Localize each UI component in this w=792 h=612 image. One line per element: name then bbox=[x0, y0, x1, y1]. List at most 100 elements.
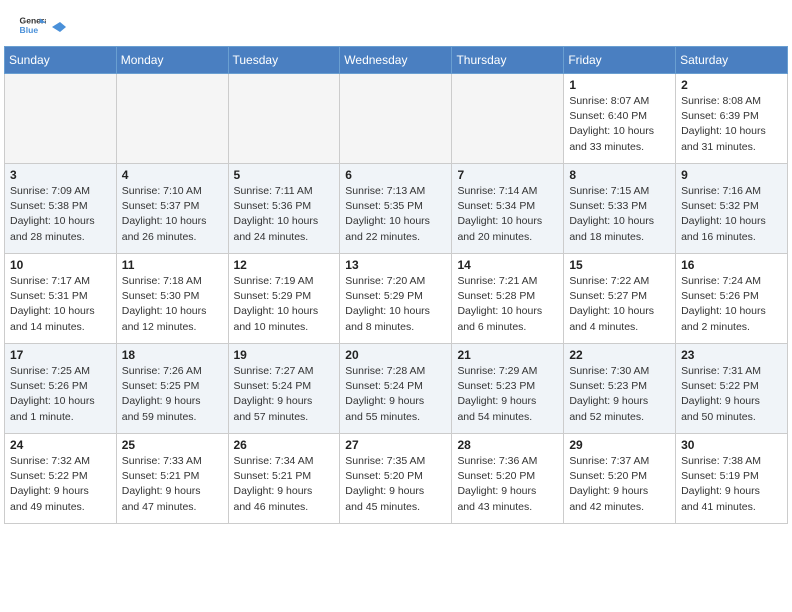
calendar-day-cell: 12Sunrise: 7:19 AM Sunset: 5:29 PM Dayli… bbox=[228, 254, 340, 344]
day-number: 18 bbox=[122, 348, 223, 362]
calendar-day-cell: 20 Sunrise: 7:28 AM Sunset: 5:24 PM Dayli… bbox=[340, 344, 452, 434]
calendar-day-cell: 4 Sunrise: 7:10 AM Sunset: 5:37 PM Daylig… bbox=[116, 164, 228, 254]
day-number: 19 bbox=[234, 348, 335, 362]
calendar-header-row: SundayMondayTuesdayWednesdayThursdayFrid… bbox=[5, 47, 788, 74]
day-info: Sunrise: 7:11 AM Sunset: 5:36 PM Dayligh… bbox=[234, 184, 335, 245]
calendar-day-cell: 24 Sunrise: 7:32 AM Sunset: 5:22 PM Dayli… bbox=[5, 434, 117, 524]
day-number: 17 bbox=[10, 348, 111, 362]
day-info: Sunrise: 7:10 AM Sunset: 5:37 PM Dayligh… bbox=[122, 184, 223, 245]
day-info: Sunrise: 7:20 AM Sunset: 5:29 PM Dayligh… bbox=[345, 274, 446, 335]
logo-arrow-icon bbox=[52, 22, 66, 32]
calendar-day-cell: 15 Sunrise: 7:22 AM Sunset: 5:27 PM Dayli… bbox=[564, 254, 676, 344]
day-number: 16 bbox=[681, 258, 782, 272]
day-info: Sunrise: 7:18 AM Sunset: 5:30 PM Dayligh… bbox=[122, 274, 223, 335]
day-number: 22 bbox=[569, 348, 670, 362]
day-number: 4 bbox=[122, 168, 223, 182]
day-number: 2 bbox=[681, 78, 782, 92]
calendar-day-cell: 11 Sunrise: 7:18 AM Sunset: 5:30 PM Dayli… bbox=[116, 254, 228, 344]
day-info: Sunrise: 8:08 AM Sunset: 6:39 PM Dayligh… bbox=[681, 94, 782, 155]
day-number: 9 bbox=[681, 168, 782, 182]
day-info: Sunrise: 7:22 AM Sunset: 5:27 PM Dayligh… bbox=[569, 274, 670, 335]
calendar-day-cell: 22 Sunrise: 7:30 AM Sunset: 5:23 PM Dayli… bbox=[564, 344, 676, 434]
calendar-day-cell: 7Sunrise: 7:14 AM Sunset: 5:34 PM Daylig… bbox=[452, 164, 564, 254]
page-header: General Blue bbox=[0, 0, 792, 46]
calendar-day-cell: 23Sunrise: 7:31 AM Sunset: 5:22 PM Dayli… bbox=[676, 344, 788, 434]
calendar-week-row: 24 Sunrise: 7:32 AM Sunset: 5:22 PM Dayli… bbox=[5, 434, 788, 524]
day-info: Sunrise: 7:34 AM Sunset: 5:21 PM Dayligh… bbox=[234, 454, 335, 515]
day-number: 6 bbox=[345, 168, 446, 182]
calendar-wrapper: SundayMondayTuesdayWednesdayThursdayFrid… bbox=[0, 46, 792, 528]
day-number: 7 bbox=[457, 168, 558, 182]
day-number: 14 bbox=[457, 258, 558, 272]
day-number: 23 bbox=[681, 348, 782, 362]
day-info: Sunrise: 7:16 AM Sunset: 5:32 PM Dayligh… bbox=[681, 184, 782, 245]
weekday-header-wednesday: Wednesday bbox=[340, 47, 452, 74]
calendar-week-row: 17 Sunrise: 7:25 AM Sunset: 5:26 PM Dayli… bbox=[5, 344, 788, 434]
weekday-header-friday: Friday bbox=[564, 47, 676, 74]
day-info: Sunrise: 7:25 AM Sunset: 5:26 PM Dayligh… bbox=[10, 364, 111, 425]
day-info: Sunrise: 7:09 AM Sunset: 5:38 PM Dayligh… bbox=[10, 184, 111, 245]
day-info: Sunrise: 8:07 AM Sunset: 6:40 PM Dayligh… bbox=[569, 94, 670, 155]
calendar-day-cell: 30 Sunrise: 7:38 AM Sunset: 5:19 PM Dayli… bbox=[676, 434, 788, 524]
calendar-day-cell: 3 Sunrise: 7:09 AM Sunset: 5:38 PM Daylig… bbox=[5, 164, 117, 254]
day-info: Sunrise: 7:26 AM Sunset: 5:25 PM Dayligh… bbox=[122, 364, 223, 425]
calendar-day-cell: 29 Sunrise: 7:37 AM Sunset: 5:20 PM Dayli… bbox=[564, 434, 676, 524]
calendar-day-cell: 8 Sunrise: 7:15 AM Sunset: 5:33 PM Daylig… bbox=[564, 164, 676, 254]
calendar-day-cell bbox=[228, 74, 340, 164]
day-number: 8 bbox=[569, 168, 670, 182]
calendar-day-cell: 5 Sunrise: 7:11 AM Sunset: 5:36 PM Daylig… bbox=[228, 164, 340, 254]
weekday-header-sunday: Sunday bbox=[5, 47, 117, 74]
day-number: 13 bbox=[345, 258, 446, 272]
day-info: Sunrise: 7:36 AM Sunset: 5:20 PM Dayligh… bbox=[457, 454, 558, 515]
calendar-day-cell: 19 Sunrise: 7:27 AM Sunset: 5:24 PM Dayli… bbox=[228, 344, 340, 434]
calendar-day-cell bbox=[116, 74, 228, 164]
calendar-day-cell: 13 Sunrise: 7:20 AM Sunset: 5:29 PM Dayli… bbox=[340, 254, 452, 344]
calendar-day-cell: 21Sunrise: 7:29 AM Sunset: 5:23 PM Dayli… bbox=[452, 344, 564, 434]
calendar-day-cell: 1 Sunrise: 8:07 AM Sunset: 6:40 PM Daylig… bbox=[564, 74, 676, 164]
day-number: 3 bbox=[10, 168, 111, 182]
day-number: 24 bbox=[10, 438, 111, 452]
day-number: 12 bbox=[234, 258, 335, 272]
day-info: Sunrise: 7:27 AM Sunset: 5:24 PM Dayligh… bbox=[234, 364, 335, 425]
day-info: Sunrise: 7:15 AM Sunset: 5:33 PM Dayligh… bbox=[569, 184, 670, 245]
day-info: Sunrise: 7:33 AM Sunset: 5:21 PM Dayligh… bbox=[122, 454, 223, 515]
day-number: 5 bbox=[234, 168, 335, 182]
calendar-day-cell: 16 Sunrise: 7:24 AM Sunset: 5:26 PM Dayli… bbox=[676, 254, 788, 344]
calendar-day-cell: 25 Sunrise: 7:33 AM Sunset: 5:21 PM Dayli… bbox=[116, 434, 228, 524]
calendar-day-cell: 10 Sunrise: 7:17 AM Sunset: 5:31 PM Dayli… bbox=[5, 254, 117, 344]
calendar-day-cell: 6Sunrise: 7:13 AM Sunset: 5:35 PM Daylig… bbox=[340, 164, 452, 254]
day-info: Sunrise: 7:35 AM Sunset: 5:20 PM Dayligh… bbox=[345, 454, 446, 515]
day-info: Sunrise: 7:30 AM Sunset: 5:23 PM Dayligh… bbox=[569, 364, 670, 425]
day-info: Sunrise: 7:28 AM Sunset: 5:24 PM Dayligh… bbox=[345, 364, 446, 425]
day-number: 20 bbox=[345, 348, 446, 362]
calendar-day-cell: 27 Sunrise: 7:35 AM Sunset: 5:20 PM Dayli… bbox=[340, 434, 452, 524]
calendar-day-cell: 28Sunrise: 7:36 AM Sunset: 5:20 PM Dayli… bbox=[452, 434, 564, 524]
day-number: 29 bbox=[569, 438, 670, 452]
calendar-day-cell: 17 Sunrise: 7:25 AM Sunset: 5:26 PM Dayli… bbox=[5, 344, 117, 434]
day-info: Sunrise: 7:32 AM Sunset: 5:22 PM Dayligh… bbox=[10, 454, 111, 515]
day-number: 15 bbox=[569, 258, 670, 272]
day-number: 1 bbox=[569, 78, 670, 92]
day-number: 25 bbox=[122, 438, 223, 452]
day-number: 27 bbox=[345, 438, 446, 452]
day-info: Sunrise: 7:37 AM Sunset: 5:20 PM Dayligh… bbox=[569, 454, 670, 515]
calendar-week-row: 3 Sunrise: 7:09 AM Sunset: 5:38 PM Daylig… bbox=[5, 164, 788, 254]
calendar-day-cell: 26 Sunrise: 7:34 AM Sunset: 5:21 PM Dayli… bbox=[228, 434, 340, 524]
day-number: 21 bbox=[457, 348, 558, 362]
logo: General Blue bbox=[18, 12, 66, 40]
day-number: 26 bbox=[234, 438, 335, 452]
svg-text:Blue: Blue bbox=[20, 25, 39, 35]
weekday-header-tuesday: Tuesday bbox=[228, 47, 340, 74]
weekday-header-saturday: Saturday bbox=[676, 47, 788, 74]
day-number: 11 bbox=[122, 258, 223, 272]
calendar-day-cell: 9 Sunrise: 7:16 AM Sunset: 5:32 PM Daylig… bbox=[676, 164, 788, 254]
calendar-day-cell: 2 Sunrise: 8:08 AM Sunset: 6:39 PM Daylig… bbox=[676, 74, 788, 164]
day-number: 30 bbox=[681, 438, 782, 452]
day-number: 10 bbox=[10, 258, 111, 272]
calendar-day-cell: 18 Sunrise: 7:26 AM Sunset: 5:25 PM Dayli… bbox=[116, 344, 228, 434]
calendar-week-row: 10 Sunrise: 7:17 AM Sunset: 5:31 PM Dayli… bbox=[5, 254, 788, 344]
day-info: Sunrise: 7:38 AM Sunset: 5:19 PM Dayligh… bbox=[681, 454, 782, 515]
calendar-day-cell bbox=[340, 74, 452, 164]
day-info: Sunrise: 7:17 AM Sunset: 5:31 PM Dayligh… bbox=[10, 274, 111, 335]
day-info: Sunrise: 7:24 AM Sunset: 5:26 PM Dayligh… bbox=[681, 274, 782, 335]
